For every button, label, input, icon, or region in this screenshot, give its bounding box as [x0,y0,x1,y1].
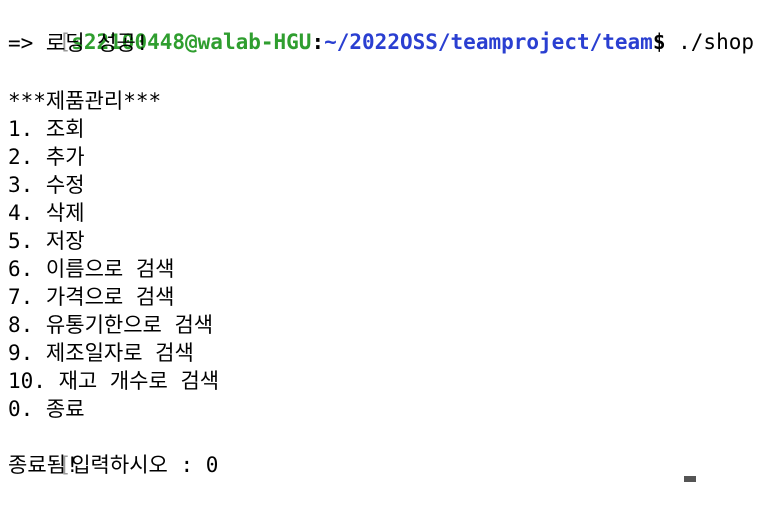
menu-item-delete: 4. 삭제 [8,201,85,225]
prompt-colon: : [311,30,325,54]
prompt-command: ./shop [665,30,755,54]
menu-item-search-name: 6. 이름으로 검색 [8,257,175,281]
menu-item-add: 2. 추가 [8,145,85,169]
menu-item-search-price: 7. 가격으로 검색 [8,285,175,309]
menu-item-exit: 0. 종료 [8,397,85,421]
menu-item-view: 1. 조회 [8,117,85,141]
prompt-line: [s22100448@walab-HGU:~/2022OSS/teamproje… [8,0,754,54]
menu-item-search-manufacture: 9. 제조일자로 검색 [8,341,194,365]
prompt-symbol: $ [652,30,666,54]
menu-item-search-stock: 10. 재고 개수로 검색 [8,369,220,393]
prompt-path: ~/2022OSS/teamproject/team [324,30,653,54]
menu-item-edit: 3. 수정 [8,173,85,197]
menu-item-save: 5. 저장 [8,229,85,253]
menu-item-search-expiry: 8. 유통기한으로 검색 [8,313,214,337]
exit-message: 종료됨! [8,453,79,477]
input-prompt: 입력하시오 : 0 [71,453,219,477]
input-line: [입력하시오 : 0 [8,423,219,477]
terminal-window[interactable]: [s22100448@walab-HGU:~/2022OSS/teamproje… [0,0,782,482]
terminal-cursor [684,476,696,482]
menu-title: ***제품관리*** [8,89,162,113]
loading-message: => 로딩 성공! [8,31,149,55]
